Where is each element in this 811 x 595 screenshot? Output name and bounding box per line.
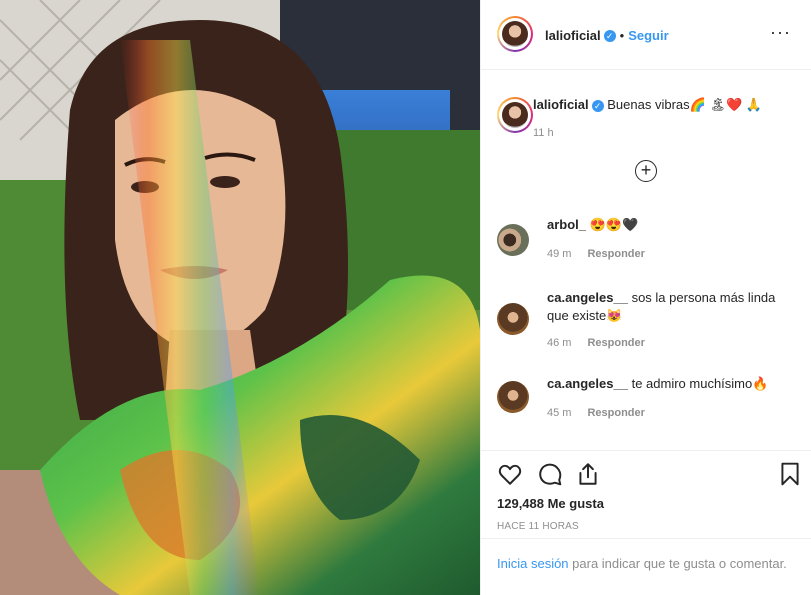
comment-meta: 46 m Responder [547, 337, 645, 349]
caption-avatar-image [502, 102, 528, 128]
avatar[interactable] [497, 16, 533, 52]
comment-icon[interactable] [537, 461, 563, 487]
caption-username[interactable]: lalioficial [533, 97, 589, 112]
avatar-image [502, 21, 528, 47]
header-separator: • [619, 28, 625, 43]
instagram-post: lalioficial ✓ • Seguir ··· lalioficial ✓ Bue… [0, 0, 811, 595]
comment-text: 😍😍🖤 [589, 217, 639, 232]
load-more-comments-button[interactable]: + [635, 160, 657, 182]
post-actions: 129,488 Me gusta HACE 11 HORAS [481, 450, 811, 532]
comment-username[interactable]: arbol_ [547, 217, 586, 232]
login-rest-text: para indicar que te gusta o comentar. [568, 556, 787, 571]
comment-body: ca.angeles__ te admiro muchísimo🔥 [547, 375, 787, 393]
share-icon[interactable] [575, 461, 601, 487]
more-options-icon[interactable]: ··· [770, 22, 791, 43]
comment-avatar[interactable] [497, 381, 529, 413]
comment-avatar[interactable] [497, 224, 529, 256]
comment-username[interactable]: ca.angeles__ [547, 290, 628, 305]
comment-body: ca.angeles__ sos la persona más linda qu… [547, 289, 787, 325]
comment-avatar[interactable] [497, 303, 529, 335]
caption-verified-icon: ✓ [591, 99, 604, 112]
login-prompt: Inicia sesión para indicar que te gusta … [481, 538, 811, 595]
comment-text: te admiro muchísimo🔥 [631, 376, 769, 391]
bookmark-icon[interactable] [777, 461, 803, 487]
comment-meta: 45 m Responder [547, 407, 645, 419]
comment-username[interactable]: ca.angeles__ [547, 376, 628, 391]
comment-time: 46 m [547, 337, 572, 349]
comment-time: 49 m [547, 248, 572, 260]
reply-button[interactable]: Responder [587, 337, 644, 349]
like-count[interactable]: 129,488 Me gusta [497, 496, 604, 511]
post-sidebar: lalioficial ✓ • Seguir ··· lalioficial ✓ Bue… [480, 0, 811, 595]
reply-button[interactable]: Responder [587, 248, 644, 260]
caption: lalioficial ✓ Buenas vibras🌈 🏝❤️ 🙏 11 h [533, 97, 793, 141]
reply-button[interactable]: Responder [587, 407, 644, 419]
caption-avatar[interactable] [497, 97, 533, 133]
login-link[interactable]: Inicia sesión [497, 556, 569, 571]
heart-icon[interactable] [497, 461, 523, 487]
caption-time: 11 h [533, 127, 554, 139]
comment-meta: 49 m Responder [547, 248, 645, 260]
login-text: Inicia sesión para indicar que te gusta … [497, 554, 787, 574]
caption-text: Buenas vibras🌈 🏝❤️ 🙏 [607, 97, 762, 112]
post-photo[interactable] [0, 0, 480, 595]
comment-body: arbol_ 😍😍🖤 [547, 216, 787, 234]
post-header: lalioficial ✓ • Seguir ··· [481, 0, 811, 70]
header-user-row: lalioficial ✓ • Seguir [545, 27, 669, 45]
verified-icon: ✓ [603, 29, 616, 42]
follow-button[interactable]: Seguir [628, 28, 668, 43]
comment-time: 45 m [547, 407, 572, 419]
header-username[interactable]: lalioficial [545, 28, 601, 43]
selfie-illustration [0, 0, 480, 595]
post-timestamp[interactable]: HACE 11 HORAS [497, 521, 579, 532]
